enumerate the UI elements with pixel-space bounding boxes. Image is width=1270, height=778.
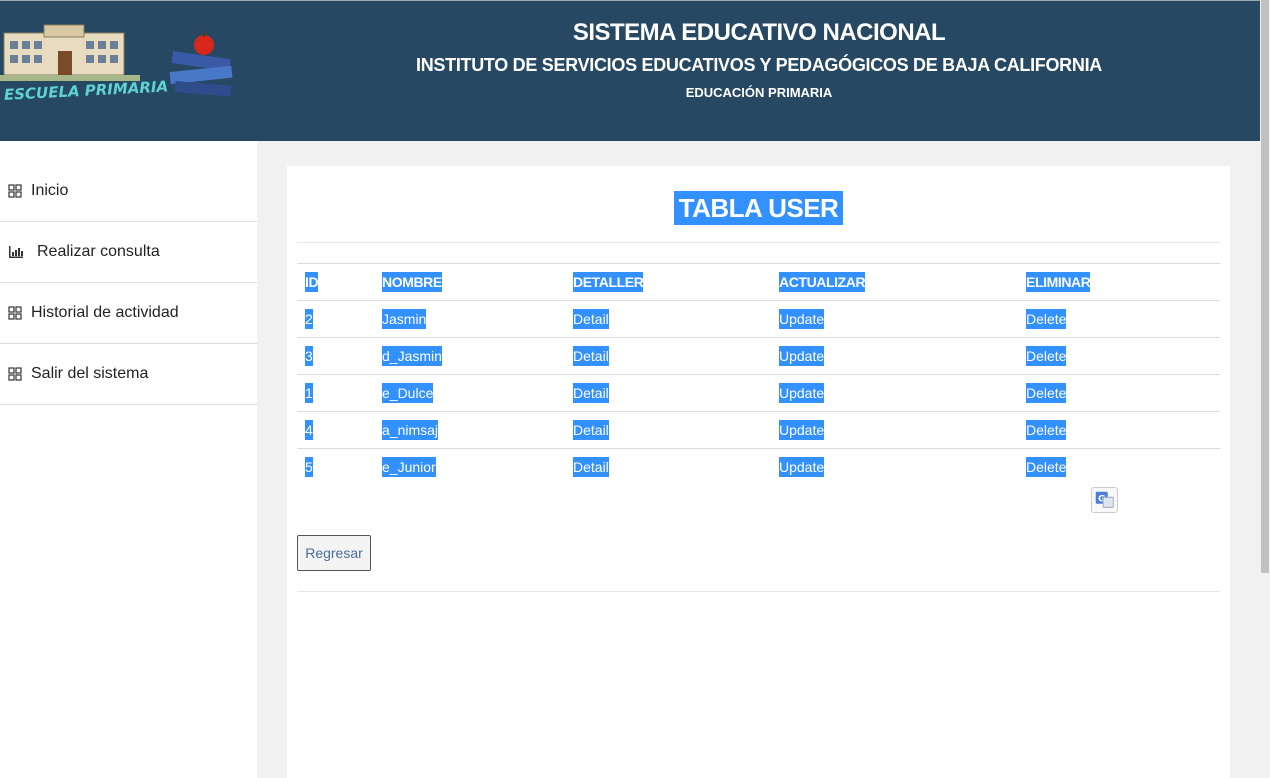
sidebar: Inicio Realizar consulta Historial de ac…	[0, 141, 257, 778]
table-row: 2 Jasmin Detail Update Delete	[297, 300, 1220, 338]
sidebar-item-label: Realizar consulta	[37, 243, 160, 260]
col-header-nombre: NOMBRE	[374, 263, 565, 301]
col-header-eliminar: ELIMINAR	[1018, 263, 1220, 301]
detail-link[interactable]: Detail	[573, 385, 609, 401]
table-row: 4 a_nimsaj Detail Update Delete	[297, 411, 1220, 449]
grid-icon	[8, 184, 22, 198]
page-title-wrap: TABLA USER	[287, 191, 1230, 225]
user-table: ID NOMBRE DETALLER ACTUALIZAR ELIMINAR 2…	[297, 263, 1220, 486]
update-link[interactable]: Update	[779, 385, 824, 401]
sidebar-item-label: Historial de actividad	[31, 304, 179, 321]
detail-link[interactable]: Detail	[573, 348, 609, 364]
table-header-row: ID NOMBRE DETALLER ACTUALIZAR ELIMINAR	[297, 263, 1220, 301]
cell-id: 1	[297, 374, 374, 412]
cell-id: 2	[297, 300, 374, 338]
table-row: 3 d_Jasmin Detail Update Delete	[297, 337, 1220, 375]
delete-link[interactable]: Delete	[1026, 348, 1066, 364]
site-header: ESCUELA PRIMARIA SISTEMA EDUCATIVO NACIO…	[0, 0, 1260, 141]
divider	[297, 242, 1220, 243]
delete-link[interactable]: Delete	[1026, 311, 1066, 327]
col-header-detaller: DETALLER	[565, 263, 771, 301]
update-link[interactable]: Update	[779, 311, 824, 327]
table-row: 5 e_Junior Detail Update Delete	[297, 448, 1220, 486]
cell-nombre: d_Jasmin	[374, 337, 565, 375]
page-scrollbar[interactable]	[1260, 0, 1270, 778]
school-logo: ESCUELA PRIMARIA	[0, 24, 233, 103]
regresar-button[interactable]: Regresar	[297, 535, 371, 571]
grid-icon	[8, 367, 22, 381]
col-header-actualizar: ACTUALIZAR	[771, 263, 1018, 301]
delete-link[interactable]: Delete	[1026, 385, 1066, 401]
detail-link[interactable]: Detail	[573, 311, 609, 327]
sidebar-item-label: Inicio	[31, 182, 69, 199]
page-title: TABLA USER	[673, 191, 844, 225]
delete-link[interactable]: Delete	[1026, 459, 1066, 475]
divider	[297, 591, 1220, 592]
sidebar-item-historial[interactable]: Historial de actividad	[0, 283, 257, 344]
delete-link[interactable]: Delete	[1026, 422, 1066, 438]
bar-chart-icon	[9, 246, 23, 258]
scrollbar-thumb[interactable]	[1261, 0, 1269, 573]
col-header-id: ID	[297, 263, 374, 301]
cell-id: 4	[297, 411, 374, 449]
detail-link[interactable]: Detail	[573, 459, 609, 475]
grid-icon	[8, 306, 22, 320]
education-level: EDUCACIÓN PRIMARIA	[685, 85, 833, 100]
system-title: SISTEMA EDUCATIVO NACIONAL	[572, 19, 946, 46]
cell-id: 3	[297, 337, 374, 375]
institute-subtitle: INSTITUTO DE SERVICIOS EDUCATIVOS Y PEDA…	[416, 55, 1102, 75]
update-link[interactable]: Update	[779, 459, 824, 475]
cell-nombre: Jasmin	[374, 300, 565, 338]
table-row: 1 e_Dulce Detail Update Delete	[297, 374, 1220, 412]
sidebar-item-salir[interactable]: Salir del sistema	[0, 344, 257, 405]
update-link[interactable]: Update	[779, 422, 824, 438]
cell-nombre: e_Dulce	[374, 374, 565, 412]
sidebar-item-inicio[interactable]: Inicio	[0, 141, 257, 222]
translate-icon[interactable]: G	[1091, 487, 1118, 513]
detail-link[interactable]: Detail	[573, 422, 609, 438]
cell-id: 5	[297, 448, 374, 486]
cell-nombre: a_nimsaj	[374, 411, 565, 449]
sidebar-item-label: Salir del sistema	[31, 365, 149, 382]
cell-nombre: e_Junior	[374, 448, 565, 486]
svg-text:ESCUELA PRIMARIA: ESCUELA PRIMARIA	[4, 77, 169, 103]
update-link[interactable]: Update	[779, 348, 824, 364]
sidebar-item-realizar-consulta[interactable]: Realizar consulta	[0, 222, 257, 283]
header-titles: SISTEMA EDUCATIVO NACIONAL INSTITUTO DE …	[258, 19, 1260, 100]
